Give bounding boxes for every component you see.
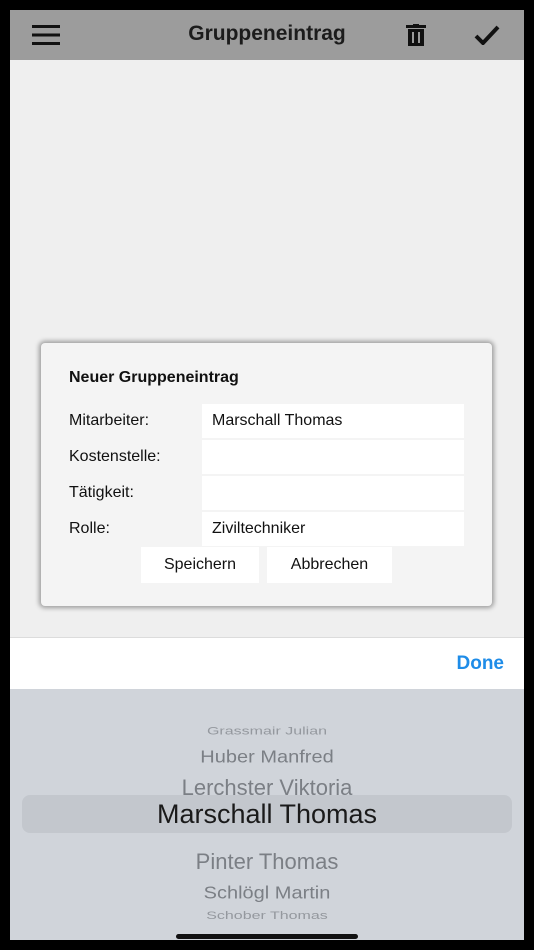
cancel-button[interactable]: Abbrechen	[267, 547, 392, 583]
picker-item[interactable]: Grassmair Julian	[10, 724, 524, 738]
picker-item[interactable]: Huber Manfred	[10, 745, 524, 768]
picker-item[interactable]: Schlögl Martin	[10, 881, 524, 904]
dialog-title: Neuer Gruppeneintrag	[69, 369, 239, 386]
new-group-entry-dialog: Neuer Gruppeneintrag Mitarbeiter: Kosten…	[41, 343, 492, 606]
kostenstelle-field[interactable]	[202, 440, 464, 474]
save-button[interactable]: Speichern	[141, 547, 259, 583]
kostenstelle-label: Kostenstelle:	[69, 448, 161, 465]
checkmark-icon	[474, 25, 500, 45]
trash-icon	[406, 24, 426, 46]
employee-picker-wheel[interactable]: Grassmair Julian Huber Manfred Lerchster…	[10, 689, 524, 940]
confirm-button[interactable]	[466, 10, 508, 60]
taetigkeit-field[interactable]	[202, 476, 464, 510]
hamburger-menu-icon	[32, 25, 60, 45]
top-navigation-bar: Gruppeneintrag	[10, 10, 524, 60]
rolle-label: Rolle:	[69, 520, 110, 537]
picker-item[interactable]: Schober Thomas	[10, 909, 524, 923]
taetigkeit-label: Tätigkeit:	[69, 484, 134, 501]
picker-toolbar: Done	[10, 637, 524, 690]
mitarbeiter-field[interactable]	[202, 404, 464, 438]
delete-button[interactable]	[398, 10, 434, 60]
menu-button[interactable]	[26, 10, 66, 60]
picker-item[interactable]: Pinter Thomas	[10, 848, 524, 876]
mitarbeiter-label: Mitarbeiter:	[69, 412, 150, 429]
app-screen: Gruppeneintrag Neuer Gruppeneintrag Mita…	[10, 10, 524, 940]
done-button[interactable]: Done	[457, 638, 505, 690]
page-title: Gruppeneintrag	[188, 22, 346, 45]
home-indicator	[176, 934, 358, 939]
rolle-field[interactable]	[202, 512, 464, 546]
picker-item-selected[interactable]: Marschall Thomas	[10, 797, 524, 831]
